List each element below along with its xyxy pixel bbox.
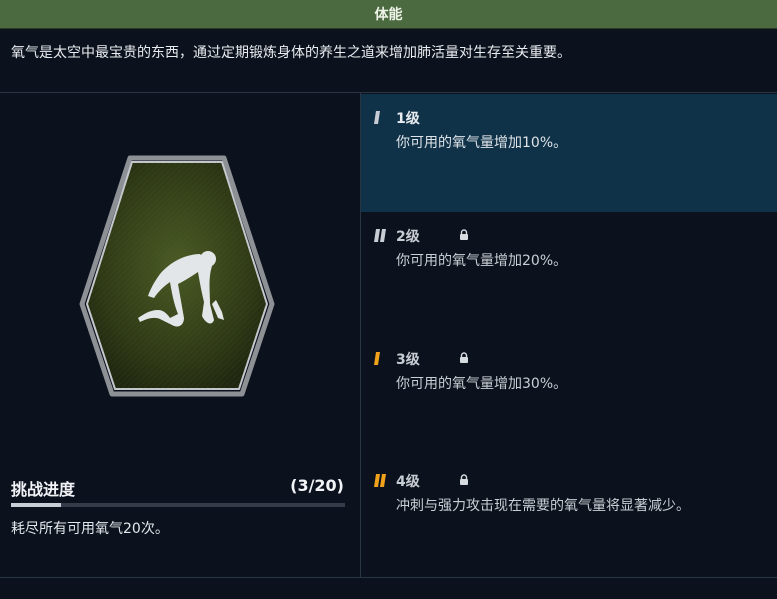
tier-mark-icon [374,352,380,365]
level-label: 4级 [396,474,420,490]
level-label: 2级 [396,229,420,245]
tier-mark-icon [374,111,380,124]
level-description: 你可用的氧气量增加30%。 [396,376,568,392]
level-item-3[interactable]: 3级你可用的氧气量增加30%。 [361,335,777,453]
progress-bar [11,503,345,507]
lock-icon [460,474,468,485]
challenge-title: 挑战进度 [11,480,76,499]
header-bar: 体能 [0,0,777,29]
page-title: 体能 [374,7,403,23]
challenge-count: (3/20) [290,476,344,495]
divider [0,92,777,93]
lock-icon [460,352,468,363]
divider [0,577,777,578]
level-label: 3级 [396,352,420,368]
level-description: 冲刺与强力攻击现在需要的氧气量将显著减少。 [396,498,690,514]
level-item-4[interactable]: 4级冲刺与强力攻击现在需要的氧气量将显著减少。 [361,457,777,575]
tier-mark-icon [374,474,386,487]
lock-icon [460,229,468,240]
level-label: 1级 [396,111,420,127]
progress-fill [11,503,62,507]
skill-description: 氧气是太空中最宝贵的东西，通过定期锻炼身体的养生之道来增加肺活量对生存至关重要。 [11,45,571,61]
level-item-1[interactable]: 1级你可用的氧气量增加10%。 [361,94,777,212]
level-item-2[interactable]: 2级你可用的氧气量增加20%。 [361,212,777,330]
level-description: 你可用的氧气量增加10%。 [396,135,568,151]
skill-badge [79,155,275,397]
challenge-description: 耗尽所有可用氧气20次。 [11,521,169,537]
tier-mark-icon [374,229,386,242]
level-description: 你可用的氧气量增加20%。 [396,253,568,269]
